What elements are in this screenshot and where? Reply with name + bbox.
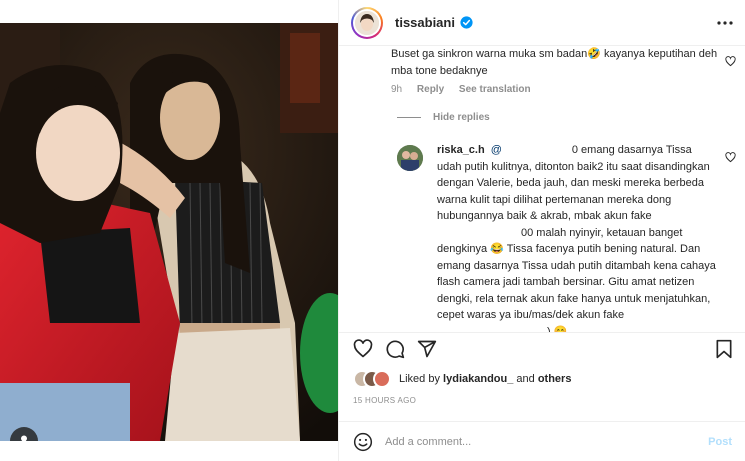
likes-summary[interactable]: Liked by lydiakandou_ and others bbox=[353, 370, 571, 388]
post-actions-bar bbox=[339, 332, 745, 362]
add-comment-input[interactable] bbox=[385, 435, 675, 448]
reply-text-b: 00 malah nyinyir, ketauan banget dengkin… bbox=[437, 226, 716, 322]
liker-avatar bbox=[373, 370, 391, 388]
heart-icon[interactable] bbox=[353, 339, 373, 359]
liked-by-user[interactable]: lydiakandou_ bbox=[443, 373, 513, 385]
reply-username[interactable]: riska_c.h bbox=[437, 144, 485, 156]
add-comment-bar: Post bbox=[339, 421, 745, 461]
hide-replies-button[interactable]: Hide replies bbox=[397, 112, 490, 123]
liker-avatars bbox=[353, 370, 393, 388]
bookmark-icon[interactable] bbox=[715, 339, 733, 359]
see-translation-button[interactable]: See translation bbox=[459, 84, 531, 95]
emoji-icon[interactable] bbox=[353, 432, 373, 452]
profile-avatar[interactable] bbox=[351, 6, 383, 39]
post-media-panel bbox=[0, 0, 338, 461]
post-timestamp[interactable]: 15 HOURS AGO bbox=[353, 396, 416, 405]
post-side-panel: tissabiani Buset ga sinkron warna muka s… bbox=[338, 0, 745, 461]
liked-by-and: and bbox=[516, 373, 535, 385]
comment-icon[interactable] bbox=[385, 339, 405, 359]
verified-badge-icon bbox=[460, 16, 473, 29]
post-photo[interactable] bbox=[0, 23, 338, 441]
post-photo-image bbox=[0, 23, 338, 441]
hide-replies-label: Hide replies bbox=[433, 112, 490, 123]
header-username[interactable]: tissabiani bbox=[395, 15, 455, 30]
share-icon[interactable] bbox=[417, 339, 437, 359]
hide-replies-line bbox=[397, 117, 421, 118]
reply-avatar[interactable] bbox=[397, 145, 423, 171]
comment-time: 9h bbox=[391, 84, 403, 95]
comments-section[interactable]: Buset ga sinkron warna muka sm badan🤣 ka… bbox=[339, 46, 745, 332]
liked-by-others[interactable]: others bbox=[538, 373, 572, 385]
comment-text: Buset ga sinkron warna muka sm badan🤣 ka… bbox=[391, 48, 718, 77]
reply-mention[interactable]: @ bbox=[491, 144, 502, 156]
comment-reply-button[interactable]: Reply bbox=[417, 84, 444, 95]
reply-comment: riska_c.h @0 emang dasarnya Tissa udah pu… bbox=[437, 142, 717, 332]
liked-by-prefix: Liked by bbox=[399, 373, 440, 385]
post-comment-button[interactable]: Post bbox=[708, 436, 732, 448]
reply-like-heart-icon[interactable] bbox=[725, 152, 736, 163]
comment-like-heart-icon[interactable] bbox=[725, 56, 736, 67]
more-options-icon[interactable] bbox=[716, 14, 734, 32]
comment-meta: 9h Reply See translation bbox=[391, 84, 543, 95]
post-header: tissabiani bbox=[339, 0, 745, 46]
